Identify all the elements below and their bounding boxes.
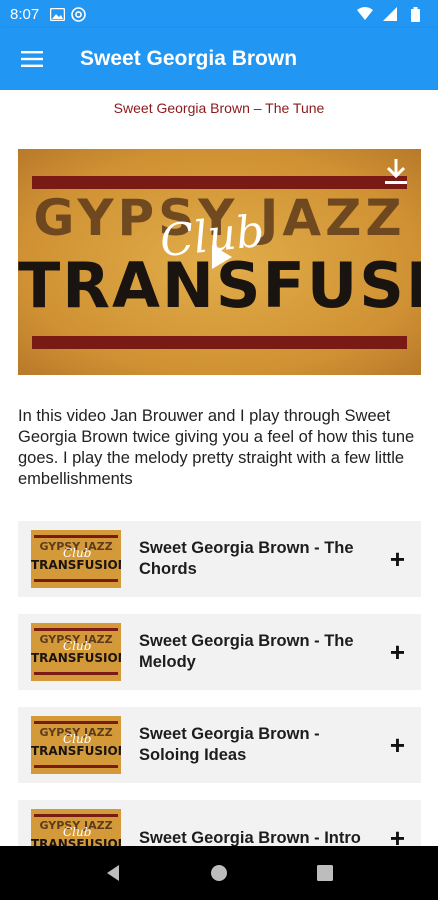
thumb-stripe (34, 579, 118, 582)
back-icon (107, 865, 119, 881)
lesson-item-intro[interactable]: GYPSY JAZZ TRANSFUSION Club Sweet Georgi… (18, 800, 421, 846)
signal-icon (382, 6, 398, 22)
lesson-thumbnail: GYPSY JAZZ TRANSFUSION Club (31, 623, 121, 681)
page-subtitle: Sweet Georgia Brown – The Tune (113, 100, 325, 116)
logo-stripe-top (32, 176, 407, 189)
lesson-title: Sweet Georgia Brown - Soloing Ideas (139, 725, 320, 764)
lesson-thumbnail: GYPSY JAZZ TRANSFUSION Club (31, 809, 121, 846)
status-time: 8:07 (10, 5, 40, 23)
expand-plus-icon[interactable]: + (390, 732, 405, 758)
thumb-stripe (34, 765, 118, 768)
status-right (357, 6, 428, 22)
thumb-line2: TRANSFUSION (31, 651, 121, 665)
thumb-line2: TRANSFUSION (31, 744, 121, 758)
lesson-item-chords[interactable]: GYPSY JAZZ TRANSFUSION Club Sweet Georgi… (18, 521, 421, 597)
image-icon (49, 6, 65, 22)
home-button[interactable] (199, 853, 239, 893)
menu-button[interactable] (0, 28, 64, 90)
status-bar: 8:07 (0, 0, 438, 28)
hamburger-menu-icon (21, 51, 43, 67)
video-player[interactable]: GYPSY JAZZ TRANSFUSION Club (18, 149, 421, 375)
lesson-title: Sweet Georgia Brown - The Chords (139, 539, 354, 578)
content-area[interactable]: Sweet Georgia Brown – The Tune GYPSY JAZ… (0, 90, 438, 846)
thumb-stripe (34, 814, 118, 817)
thumb-line2: TRANSFUSION (31, 558, 121, 572)
recents-icon (317, 865, 333, 881)
download-icon[interactable] (383, 157, 409, 185)
thumb-stripe (34, 721, 118, 724)
thumb-script: Club (63, 825, 92, 839)
lesson-item-soloing[interactable]: GYPSY JAZZ TRANSFUSION Club Sweet Georgi… (18, 707, 421, 783)
thumb-stripe (34, 535, 118, 538)
expand-plus-icon[interactable]: + (390, 639, 405, 665)
thumb-stripe (34, 628, 118, 631)
expand-plus-icon[interactable]: + (390, 546, 405, 572)
thumb-script: Club (63, 639, 92, 653)
lesson-thumbnail: GYPSY JAZZ TRANSFUSION Club (31, 530, 121, 588)
play-icon[interactable] (202, 239, 238, 275)
system-nav-bar (0, 846, 438, 900)
home-icon (211, 865, 227, 881)
expand-plus-icon[interactable]: + (390, 825, 405, 846)
wifi-icon (357, 6, 373, 22)
video-description: In this video Jan Brouwer and I play thr… (18, 407, 415, 488)
thumb-script: Club (63, 732, 92, 746)
app-title: Sweet Georgia Brown (80, 47, 298, 70)
back-button[interactable] (93, 853, 133, 893)
logo-stripe-bottom (32, 336, 407, 349)
lesson-title: Sweet Georgia Brown - Intro (139, 828, 361, 847)
thumb-script: Club (63, 546, 92, 560)
thumb-stripe (34, 672, 118, 675)
app-bar: Sweet Georgia Brown (0, 28, 438, 90)
lesson-item-melody[interactable]: GYPSY JAZZ TRANSFUSION Club Sweet Georgi… (18, 614, 421, 690)
recents-button[interactable] (305, 853, 345, 893)
lesson-title: Sweet Georgia Brown - The Melody (139, 632, 354, 671)
lesson-thumbnail: GYPSY JAZZ TRANSFUSION Club (31, 716, 121, 774)
battery-icon (407, 6, 423, 22)
at-icon (70, 6, 86, 22)
